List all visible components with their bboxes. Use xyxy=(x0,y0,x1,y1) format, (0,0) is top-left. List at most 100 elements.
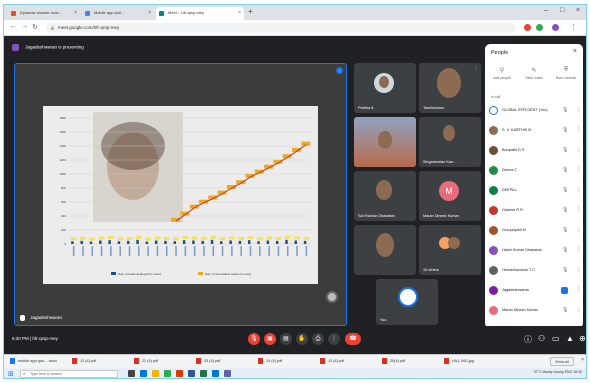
section-label: In call xyxy=(491,95,501,99)
more-icon[interactable]: ⋮ xyxy=(576,306,582,313)
taskbar-search-input[interactable]: ⌕ Type here to search xyxy=(20,370,118,378)
new-tab-icon[interactable]: + xyxy=(248,8,253,16)
more-icon[interactable]: ⋮ xyxy=(576,166,582,173)
minimize-icon[interactable]: – xyxy=(544,7,548,14)
browser-menu-icon[interactable]: ⋮ xyxy=(570,23,577,31)
show-all-button[interactable]: Show all xyxy=(550,357,574,366)
more-icon[interactable]: ⋮ xyxy=(576,206,582,213)
more-icon[interactable]: ⋮ xyxy=(576,226,582,233)
more-icon[interactable]: ⋮ xyxy=(576,266,582,273)
pin-icon[interactable]: ⁝ xyxy=(336,67,343,74)
download-item[interactable]: mobile app quo….docx xyxy=(10,358,57,367)
mic-off-icon: 🎙 xyxy=(562,127,569,133)
participant-row[interactable]: Boopathi D S 🎙 ⋮ xyxy=(489,144,583,158)
bar-funds-deployed xyxy=(285,239,288,244)
participant-row[interactable]: Gurupriyadi M 🎙 ⋮ xyxy=(489,224,583,238)
edge-icon[interactable] xyxy=(140,370,147,377)
download-item[interactable]: 20(4).pdf xyxy=(382,358,405,367)
more-icon[interactable]: ⋮ xyxy=(576,106,582,113)
take-notes-button[interactable]: ✎ Take notes xyxy=(521,67,547,80)
browser-tab-1[interactable]: Dynamic shower rods… × xyxy=(8,7,80,20)
presenter-avatar xyxy=(12,44,19,51)
activities-icon[interactable]: ▲ xyxy=(566,334,574,343)
action-label: Add people xyxy=(493,76,511,80)
participant-face xyxy=(378,131,392,149)
raise-hand-button[interactable]: ✋ xyxy=(296,333,308,345)
participant-name: Maran Dinesh Kumar xyxy=(423,214,459,218)
download-item[interactable]: 22 (4).pdf xyxy=(134,358,158,367)
more-icon[interactable]: ⋮ xyxy=(576,246,582,253)
url-input[interactable]: 🔒 meet.google.com/hfr-qrsp-mey xyxy=(46,23,516,33)
presentation-tile[interactable]: ⁝ 1800 1600 1400 1200 1000 800 600 400 200 0 Sum xyxy=(14,63,347,326)
maximize-icon[interactable]: □ xyxy=(560,7,564,14)
more-icon[interactable]: ⋮ xyxy=(576,186,582,193)
download-item[interactable]: 12 (4).pdf xyxy=(320,358,344,367)
add-people-button[interactable]: ⚲ Add people xyxy=(489,67,515,80)
close-icon[interactable]: × xyxy=(573,48,577,55)
more-options-button[interactable]: ⋮ xyxy=(328,333,340,345)
close-icon[interactable]: × xyxy=(148,10,151,16)
download-item[interactable]: 33 (4).pdf xyxy=(196,358,220,367)
y-tick-label: 1200 xyxy=(59,158,66,162)
participant-tile[interactable] xyxy=(354,225,416,275)
participant-tile[interactable]: Singaravelan Kan… xyxy=(419,117,481,167)
participant-row[interactable]: Hemachandran T C 🎙 ⋮ xyxy=(489,264,583,278)
task-view-icon[interactable] xyxy=(128,370,135,377)
excel-icon[interactable] xyxy=(200,370,207,377)
info-icon[interactable]: ⓘ xyxy=(524,334,532,345)
end-call-button[interactable]: ☎ xyxy=(345,333,361,345)
participant-row[interactable]: Ganesh R R 🎙 ⋮ xyxy=(489,204,583,218)
extension-icon[interactable] xyxy=(536,24,543,31)
participant-tile-others[interactable]: 10 others xyxy=(419,225,481,275)
camera-off-button[interactable]: ▣ xyxy=(264,333,276,345)
word-icon[interactable] xyxy=(188,370,195,377)
close-icon[interactable]: × xyxy=(238,10,241,16)
participant-tile[interactable]: Sai Eshwar Dhanabal xyxy=(354,171,416,221)
captions-button[interactable]: ▤ xyxy=(280,333,292,345)
self-tile[interactable]: You xyxy=(376,279,438,325)
participant-row[interactable]: GLOBAL EFFICIENT (You) 🎙 ⋮ xyxy=(489,104,583,118)
close-icon[interactable]: × xyxy=(581,357,584,363)
more-icon[interactable]: ⋮ xyxy=(576,126,582,133)
participant-row[interactable]: DEEPA L 🎙 ⋮ xyxy=(489,184,583,198)
participant-row[interactable]: Jagadeshwaran ⋮ xyxy=(489,284,583,298)
tab-label: Meet – hfr-qrsp-mey xyxy=(168,10,205,15)
download-item[interactable]: 14 (4).pdf xyxy=(258,358,282,367)
participant-row[interactable]: S. V. KARTHIK B 🎙 ⋮ xyxy=(489,124,583,138)
participant-tile[interactable]: M Maran Dinesh Kumar xyxy=(419,171,481,221)
windows-start-icon[interactable]: ⊞ xyxy=(8,370,14,378)
more-icon[interactable]: ⋮ xyxy=(474,65,478,70)
office-icon[interactable] xyxy=(176,370,183,377)
browser-tab-3-active[interactable]: Meet – hfr-qrsp-mey × xyxy=(156,7,244,20)
reload-icon[interactable]: ↻ xyxy=(32,23,38,31)
participant-row[interactable]: Harini Kumar Dhanabal 🎙 ⋮ xyxy=(489,244,583,258)
more-icon[interactable]: ⋮ xyxy=(576,146,582,153)
more-icon[interactable]: ⋮ xyxy=(576,286,582,293)
mic-off-button[interactable]: 🎙 xyxy=(248,333,260,345)
present-button[interactable]: ⎙ xyxy=(312,333,324,345)
participant-tile[interactable] xyxy=(354,117,416,167)
mail-icon[interactable] xyxy=(212,370,219,377)
participant-tile[interactable]: Prabha A xyxy=(354,63,416,113)
download-item[interactable]: HILL ING.jpg xyxy=(444,358,474,367)
browser-tab-2[interactable]: Mobile app poll… × xyxy=(82,7,154,20)
people-icon[interactable]: ⚇ xyxy=(538,334,545,343)
participant-row[interactable]: Deena C 🎙 ⋮ xyxy=(489,164,583,178)
host-controls-button[interactable]: ⛨ Host controls xyxy=(553,67,579,80)
cursor-indicator xyxy=(326,291,338,303)
file-explorer-icon[interactable] xyxy=(152,370,159,377)
legend: Sum of funds deployed (in Lacs) Sum of C… xyxy=(111,272,251,276)
back-icon[interactable]: ← xyxy=(10,23,17,30)
participant-tile[interactable]: Tamilselvam ⋮ xyxy=(419,63,481,113)
chat-icon[interactable]: ▭ xyxy=(552,334,560,343)
lock-icon[interactable]: ⊕ xyxy=(579,334,586,343)
close-icon[interactable]: × xyxy=(74,10,77,16)
forward-icon[interactable]: → xyxy=(21,23,28,30)
participant-row[interactable]: Maran Dinesh Kumar 🎙 ⋮ xyxy=(489,304,583,318)
download-item[interactable]: 12 (4).pdf xyxy=(72,358,96,367)
teams-icon[interactable] xyxy=(224,370,231,377)
profile-avatar-icon[interactable] xyxy=(552,24,559,31)
extension-icon[interactable] xyxy=(524,24,531,31)
chrome-icon[interactable] xyxy=(164,370,171,377)
close-window-icon[interactable]: × xyxy=(576,7,580,14)
